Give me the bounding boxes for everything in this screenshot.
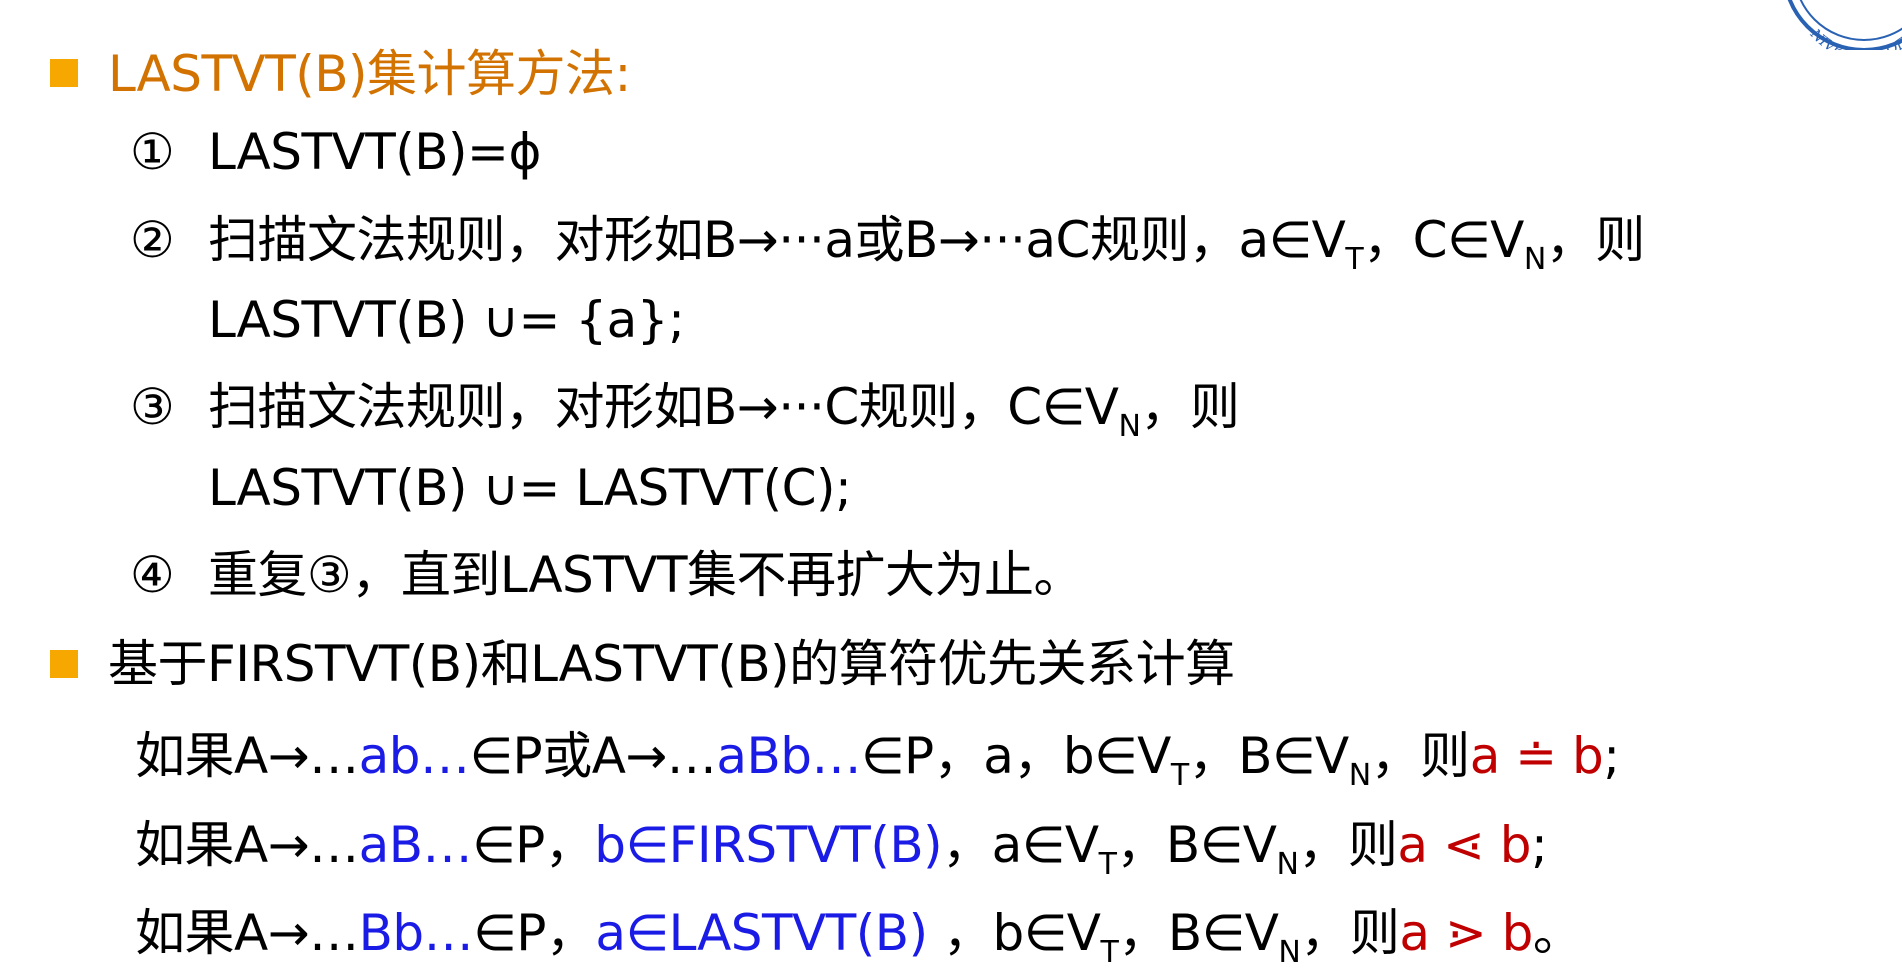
rule3: 如果A→…Bb…∈P，a∈LASTVT(B) ，b∈VT，B∈VN，则a ⋗ b… bbox=[135, 903, 1583, 968]
rule2-text-1: 如果A→… bbox=[135, 816, 359, 874]
rule2-sub-n: N bbox=[1276, 847, 1299, 882]
rule2-highlight-1: aB… bbox=[358, 816, 473, 874]
step2-number: ② bbox=[130, 211, 175, 269]
rule1-text-5: ，则 bbox=[1370, 727, 1471, 785]
rule1-highlight-1: ab… bbox=[358, 727, 470, 785]
step4-number: ④ bbox=[130, 546, 175, 604]
step3-line2: LASTVT(B) ∪= LASTVT(C); bbox=[208, 459, 852, 517]
rule3-text-3: ，b∈V bbox=[927, 904, 1101, 962]
rule3-sub-n: N bbox=[1278, 935, 1301, 970]
step1-text: LASTVT(B)=ϕ bbox=[208, 123, 541, 181]
step4-text: 重复③，直到LASTVT集不再扩大为止。 bbox=[208, 546, 1084, 604]
step2-text-c: ，则 bbox=[1545, 211, 1646, 269]
step3-line1: ③ 扫描文法规则，对形如B→···C规则，C∈VN，则 bbox=[130, 377, 1240, 442]
rule3-sub-t: T bbox=[1100, 935, 1119, 970]
step2-line2: LASTVT(B) ∪= {a}; bbox=[208, 291, 685, 349]
rule1-highlight-2: aBb… bbox=[716, 727, 861, 785]
university-seal-logo: NIVERSITY OF bbox=[1787, 0, 1902, 50]
rule3-highlight-2: a∈LASTVT(B) bbox=[595, 904, 928, 962]
rule3-end: 。 bbox=[1532, 904, 1583, 962]
step3-number: ③ bbox=[130, 378, 175, 436]
rule1-text-4: ，B∈V bbox=[1188, 727, 1350, 785]
rule2-sub-t: T bbox=[1098, 847, 1117, 882]
step1-number: ① bbox=[130, 123, 175, 181]
rule1-text-3: ∈P，a，b∈V bbox=[861, 727, 1171, 785]
step2-text-b: ，C∈V bbox=[1363, 211, 1524, 269]
seal-text: NIVERSITY OF bbox=[1806, 26, 1902, 50]
rule3-text-1: 如果A→… bbox=[135, 904, 359, 962]
step2-line1: ② 扫描文法规则，对形如B→···a或B→···aC规则，a∈VT，C∈VN，则 bbox=[130, 210, 1646, 275]
rule3-text-4: ，B∈V bbox=[1118, 904, 1279, 962]
rule2: 如果A→…aB…∈P，b∈FIRSTVT(B)，a∈VT，B∈VN，则a ⋖ b… bbox=[135, 815, 1548, 880]
rule3-text-2: ∈P， bbox=[473, 904, 596, 962]
bullet-square-2 bbox=[50, 650, 78, 678]
svg-text:NIVERSITY OF: NIVERSITY OF bbox=[1806, 26, 1902, 50]
step2-sub-t: T bbox=[1345, 242, 1364, 277]
rule2-text-3: ，a∈V bbox=[942, 816, 1099, 874]
rule2-text-2: ∈P， bbox=[472, 816, 595, 874]
rule1-sub-n: N bbox=[1348, 758, 1371, 793]
rule1-relation: a ≐ b bbox=[1469, 727, 1604, 785]
section1-heading: LASTVT(B)集计算方法: bbox=[108, 45, 631, 103]
rule3-highlight-1: Bb… bbox=[358, 904, 474, 962]
step3-text-a: 扫描文法规则，对形如B→···C规则，C∈V bbox=[208, 378, 1119, 436]
step3-text-b: ，则 bbox=[1140, 378, 1240, 436]
rule3-relation: a ⋗ b bbox=[1399, 904, 1533, 962]
step2-sub-n: N bbox=[1523, 242, 1546, 277]
rule1-text-1: 如果A→… bbox=[135, 727, 359, 785]
rule1-end: ; bbox=[1603, 727, 1620, 785]
rule3-text-5: ，则 bbox=[1300, 904, 1400, 962]
step3-sub-n: N bbox=[1118, 409, 1141, 444]
step2-text-a: 扫描文法规则，对形如B→···a或B→···aC规则，a∈V bbox=[208, 211, 1346, 269]
bullet-square-1 bbox=[50, 59, 78, 87]
rule1-text-2: ∈P或A→… bbox=[469, 727, 717, 785]
rule1: 如果A→…ab…∈P或A→…aBb…∈P，a，b∈VT，B∈VN，则a ≐ b; bbox=[135, 726, 1620, 791]
rule2-text-5: ，则 bbox=[1298, 816, 1398, 874]
step4: ④ 重复③，直到LASTVT集不再扩大为止。 bbox=[130, 545, 1084, 605]
rule1-sub-t: T bbox=[1170, 758, 1189, 793]
rule2-text-4: ，B∈V bbox=[1116, 816, 1277, 874]
rule2-end: ; bbox=[1530, 816, 1548, 874]
section2-heading: 基于FIRSTVT(B)和LASTVT(B)的算符优先关系计算 bbox=[108, 635, 1235, 693]
rule2-highlight-2: b∈FIRSTVT(B) bbox=[594, 816, 943, 874]
step1: ① LASTVT(B)=ϕ bbox=[130, 122, 541, 182]
rule2-relation: a ⋖ b bbox=[1397, 816, 1531, 874]
